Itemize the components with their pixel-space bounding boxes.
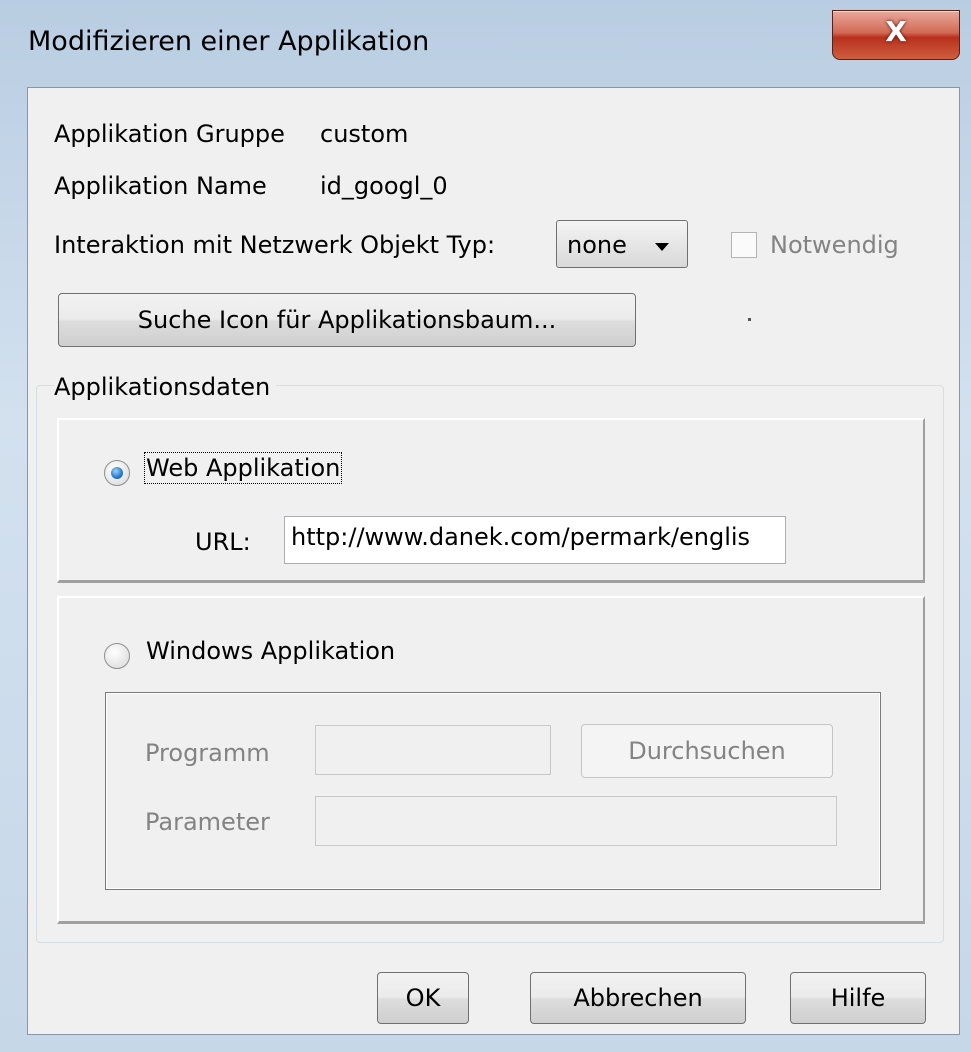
url-input[interactable]: http://www.danek.com/permark/englis xyxy=(284,516,786,564)
name-label: Applikation Name xyxy=(54,172,267,200)
browse-button[interactable]: Durchsuchen xyxy=(581,724,833,778)
search-icon-button-label: Suche Icon für Applikationsbaum... xyxy=(137,306,557,334)
ok-button[interactable]: OK xyxy=(377,972,469,1024)
group-value: custom xyxy=(320,120,409,148)
help-button-label: Hilfe xyxy=(830,984,886,1012)
windows-application-radio[interactable] xyxy=(104,643,130,669)
group-label: Applikation Gruppe xyxy=(54,120,285,148)
help-button[interactable]: Hilfe xyxy=(790,972,926,1024)
ok-button-label: OK xyxy=(405,984,441,1012)
interaction-type-label: Interaktion mit Netzwerk Objekt Typ: xyxy=(54,231,496,259)
window-title: Modifizieren einer Applikation xyxy=(28,26,430,57)
close-icon: X xyxy=(885,15,907,48)
search-icon-button[interactable]: Suche Icon für Applikationsbaum... xyxy=(58,293,636,347)
parameter-input[interactable] xyxy=(315,796,837,846)
separator-dot xyxy=(748,318,751,321)
parameter-label: Parameter xyxy=(145,808,270,836)
web-application-panel: Web Applikation URL: http://www.danek.co… xyxy=(57,418,925,583)
chevron-down-icon xyxy=(655,243,669,251)
program-label: Programm xyxy=(145,739,270,767)
interaction-type-dropdown[interactable]: none xyxy=(556,220,688,268)
radio-selected-dot xyxy=(111,467,123,479)
program-input[interactable] xyxy=(315,725,551,775)
windows-application-fields-frame xyxy=(105,692,881,890)
required-label: Notwendig xyxy=(770,231,899,259)
close-button[interactable]: X xyxy=(832,10,960,60)
application-data-legend: Applikationsdaten xyxy=(54,373,277,401)
name-value: id_googl_0 xyxy=(320,172,448,200)
dialog-window: Modifizieren einer Applikation X Applika… xyxy=(0,0,971,1052)
web-application-label[interactable]: Web Applikation xyxy=(143,452,343,484)
interaction-type-value: none xyxy=(567,231,627,259)
url-label: URL: xyxy=(195,528,251,556)
dialog-client-area: Applikation Gruppe custom Applikation Na… xyxy=(27,87,960,1035)
cancel-button-label: Abbrechen xyxy=(573,984,703,1012)
required-checkbox[interactable] xyxy=(731,232,757,258)
windows-application-label[interactable]: Windows Applikation xyxy=(146,637,395,665)
title-bar[interactable]: Modifizieren einer Applikation X xyxy=(0,0,971,86)
web-application-radio[interactable] xyxy=(104,460,130,486)
browse-button-label: Durchsuchen xyxy=(628,737,786,765)
cancel-button[interactable]: Abbrechen xyxy=(530,972,746,1024)
